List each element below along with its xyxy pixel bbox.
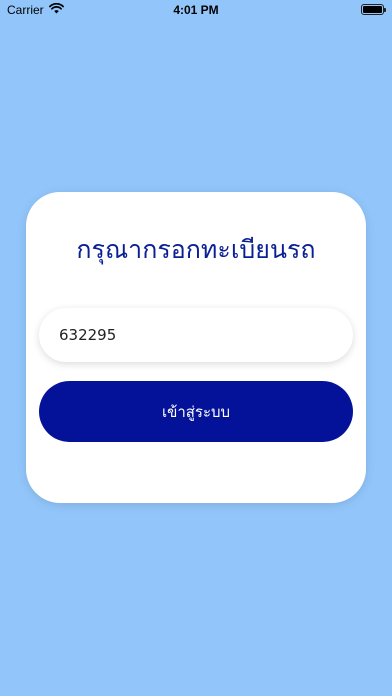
plate-input-wrapper[interactable] bbox=[39, 308, 353, 362]
page-title: กรุณากรอกทะเบียนรถ bbox=[76, 235, 316, 264]
battery-icon bbox=[361, 4, 386, 15]
login-button[interactable]: เข้าสู่ระบบ bbox=[39, 381, 353, 442]
status-time: 4:01 PM bbox=[173, 3, 219, 17]
status-bar: Carrier 4:01 PM bbox=[0, 0, 392, 22]
license-plate-input[interactable] bbox=[59, 320, 329, 350]
login-card: กรุณากรอกทะเบียนรถ เข้าสู่ระบบ bbox=[26, 192, 366, 503]
